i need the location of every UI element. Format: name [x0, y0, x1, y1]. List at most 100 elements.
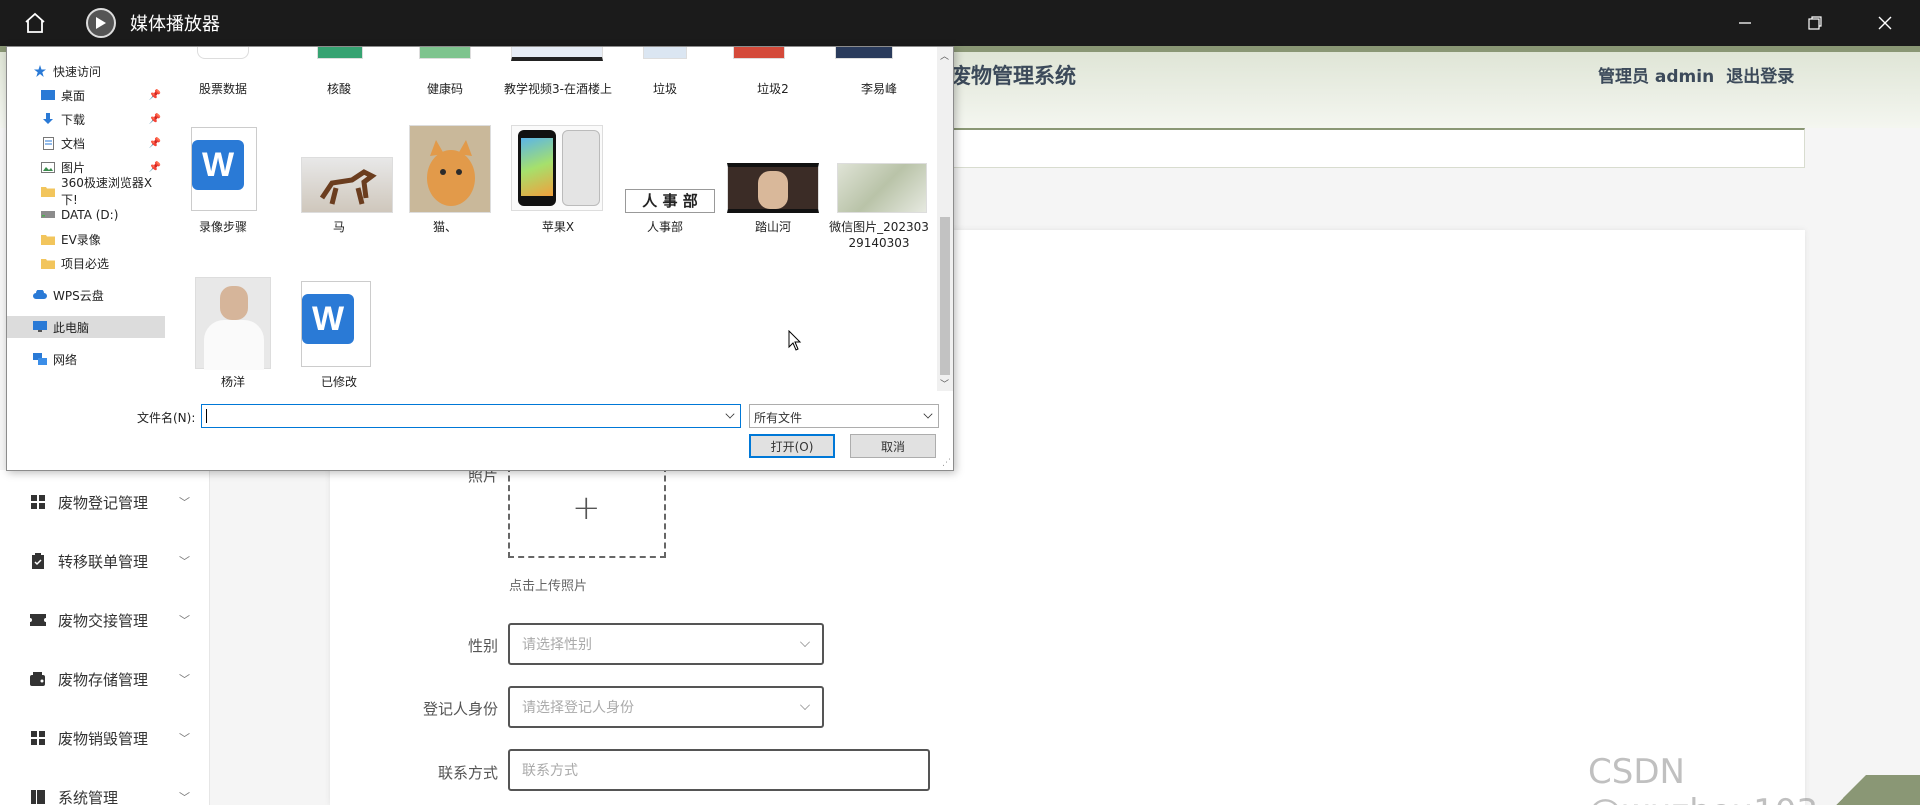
file-item[interactable]: 踏山河	[723, 219, 823, 235]
file-item[interactable]: 录像步骤	[173, 219, 273, 235]
wps-document-icon: W	[301, 281, 371, 367]
drive-icon	[41, 209, 55, 221]
chevron-down-icon[interactable]	[725, 409, 735, 419]
identity-select[interactable]: 请选择登记人身份	[508, 686, 824, 728]
corner-decoration	[1810, 775, 1920, 805]
resize-grip-icon[interactable]: ⋰	[942, 458, 951, 468]
chevron-down-icon: ﹀	[179, 732, 190, 745]
nav-desktop[interactable]: 桌面 📌	[7, 84, 165, 106]
scroll-up-icon[interactable]: ︿	[940, 49, 949, 62]
contact-label: 联系方式	[437, 764, 498, 782]
file-thumb	[837, 163, 927, 213]
home-button[interactable]	[0, 0, 70, 46]
filename-label: 文件名(N):	[137, 411, 196, 425]
scroll-down-icon[interactable]: ﹀	[940, 377, 949, 390]
navigation-pane: 快速访问 桌面 📌 下载 📌 文档 📌 图片 📌 360极速浏览器X下! DATA (D…	[7, 47, 165, 391]
wallet-icon	[30, 671, 46, 687]
grid-icon	[30, 494, 46, 510]
file-item[interactable]: 股票数据	[173, 81, 273, 97]
network-icon	[33, 353, 47, 365]
sidebar-item-transfer[interactable]: 转移联单管理 ﹀	[0, 546, 210, 576]
vertical-scrollbar[interactable]: ︿ ﹀	[937, 47, 953, 391]
logout-link[interactable]: 退出登录	[1726, 62, 1794, 87]
nav-folder-project[interactable]: 项目必选	[7, 252, 165, 274]
nav-documents[interactable]: 文档 📌	[7, 132, 165, 154]
iphone-thumb	[511, 125, 603, 211]
media-player-titlebar: 媒体播放器	[0, 0, 1920, 46]
identity-label: 登记人身份	[422, 700, 498, 718]
file-item[interactable]: 健康码	[395, 81, 495, 97]
minimize-button[interactable]	[1710, 0, 1780, 46]
download-icon	[41, 113, 55, 125]
cloud-icon	[33, 289, 47, 301]
chevron-down-icon: ﹀	[179, 791, 190, 804]
file-item[interactable]: 人事部	[615, 219, 715, 235]
folder-icon	[41, 185, 55, 197]
pin-icon: 📌	[148, 113, 161, 125]
sidebar-item-label: 废物销毁管理	[58, 729, 149, 748]
file-item[interactable]: 微信图片_20230329140303	[829, 219, 929, 251]
file-thumb	[733, 47, 785, 59]
file-item[interactable]: 猫、	[395, 219, 495, 235]
close-button[interactable]	[1850, 0, 1920, 46]
cat-thumb	[409, 125, 491, 213]
scrollbar-thumb[interactable]	[940, 217, 950, 375]
video-thumb	[727, 163, 819, 213]
sidebar-item-system[interactable]: 系统管理 ﹀	[0, 782, 210, 805]
gender-select[interactable]: 请选择性别	[508, 623, 824, 665]
nav-quick-access[interactable]: 快速访问	[7, 60, 165, 82]
chevron-down-icon: ﹀	[179, 555, 190, 568]
home-icon	[25, 12, 45, 33]
chevron-down-icon: ﹀	[179, 673, 190, 686]
sidebar-item-storage[interactable]: 废物存储管理 ﹀	[0, 664, 210, 694]
nav-network[interactable]: 网络	[7, 348, 165, 370]
sidebar-item-waste-register[interactable]: 废物登记管理 ﹀	[0, 487, 210, 517]
file-item[interactable]: 垃圾2	[723, 81, 823, 97]
file-item[interactable]: 马	[289, 219, 389, 235]
chevron-down-icon: ﹀	[179, 496, 190, 509]
file-item[interactable]: 杨洋	[183, 374, 283, 390]
computer-icon	[33, 321, 47, 333]
restore-icon	[1808, 16, 1822, 30]
book-icon	[30, 789, 46, 805]
upload-hint: 点击上传照片	[509, 579, 588, 594]
clipboard-icon	[30, 553, 46, 569]
grid-icon	[30, 730, 46, 746]
file-item[interactable]: 核酸	[289, 81, 389, 97]
file-item[interactable]: 已修改	[289, 374, 389, 390]
player-logo-icon	[86, 8, 116, 38]
nav-folder-360[interactable]: 360极速浏览器X下!	[7, 176, 165, 207]
close-icon	[1878, 16, 1892, 30]
wps-document-icon: W	[191, 127, 257, 211]
chevron-down-icon	[923, 409, 933, 419]
open-button[interactable]: 打开(O)	[749, 434, 835, 458]
sidebar-item-label: 废物登记管理	[58, 493, 149, 512]
pin-icon: 📌	[148, 137, 161, 149]
nav-wps-cloud[interactable]: WPS云盘	[7, 284, 165, 306]
file-item[interactable]: 教学视频3-在酒楼上	[503, 81, 613, 97]
contact-input[interactable]: 联系方式	[508, 749, 930, 791]
file-item[interactable]: 垃圾	[615, 81, 715, 97]
sidebar-item-handover[interactable]: 废物交接管理 ﹀	[0, 605, 210, 635]
user-area: 管理员 admin 退出登录	[1598, 62, 1794, 87]
document-icon	[41, 136, 55, 150]
user-name: 管理员 admin	[1598, 67, 1715, 87]
pin-icon: 📌	[148, 89, 161, 101]
file-item[interactable]: 李易峰	[829, 81, 929, 97]
filename-input[interactable]	[201, 404, 741, 428]
nav-drive-d[interactable]: DATA (D:)	[7, 204, 165, 226]
nav-folder-ev[interactable]: EV录像	[7, 228, 165, 250]
tab-bar	[950, 128, 1805, 168]
mouse-cursor-icon	[788, 330, 802, 351]
nav-downloads[interactable]: 下载 📌	[7, 108, 165, 130]
cancel-button[interactable]: 取消	[850, 434, 936, 458]
chevron-down-icon	[800, 700, 810, 710]
file-item[interactable]: 苹果X	[503, 219, 613, 235]
minimize-icon	[1739, 22, 1751, 24]
video-thumb	[511, 47, 603, 61]
restore-button[interactable]	[1780, 0, 1850, 46]
filetype-select[interactable]: 所有文件	[749, 404, 939, 428]
folder-icon	[41, 233, 55, 245]
nav-this-pc[interactable]: 此电脑	[7, 316, 165, 338]
sidebar-item-destroy[interactable]: 废物销毁管理 ﹀	[0, 723, 210, 753]
